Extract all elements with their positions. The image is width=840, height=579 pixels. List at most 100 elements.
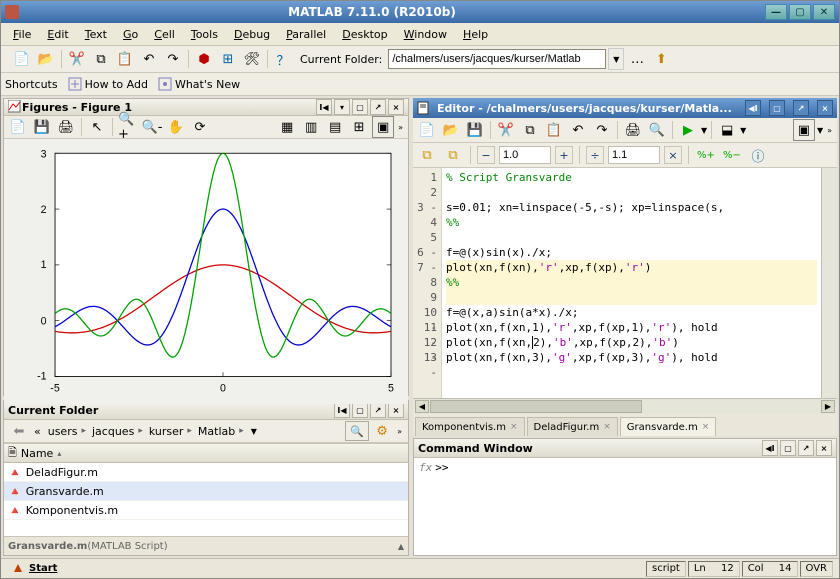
crumb-kurser[interactable]: kurser ▸ <box>146 424 195 439</box>
command-line[interactable]: fx >> <box>414 458 836 555</box>
cell-merge-icon[interactable]: %− <box>721 144 743 166</box>
ed-undock-button[interactable]: ↗ <box>793 100 809 116</box>
ed-copy-icon[interactable]: ⧉ <box>519 119 541 141</box>
redo-icon[interactable]: ↷ <box>162 48 184 70</box>
ed-dock-button[interactable]: ◀I <box>745 100 761 116</box>
ed-paste-icon[interactable]: 📋 <box>543 119 565 141</box>
menu-help[interactable]: Help <box>455 26 496 43</box>
new-icon[interactable]: 📄 <box>11 48 33 70</box>
up-folder-icon[interactable]: ⬆ <box>650 48 672 70</box>
tile-3-icon[interactable]: ▤ <box>324 116 346 138</box>
cell-eval-icon[interactable]: ⧉ <box>416 144 438 166</box>
menu-parallel[interactable]: Parallel <box>278 26 334 43</box>
ed-max-button[interactable]: ▢ <box>769 100 785 116</box>
cell-insert-icon[interactable]: %+ <box>695 144 717 166</box>
crumb-jacques[interactable]: jacques ▸ <box>89 424 146 439</box>
tile-4-icon[interactable]: ⊞ <box>348 116 370 138</box>
line-number-gutter[interactable]: 123 -456 -7 -8910 -11 -12 -13 - <box>413 168 442 398</box>
file-row[interactable]: 🔺Gransvarde.m <box>4 482 408 501</box>
start-button[interactable]: Start <box>7 562 62 576</box>
code-body[interactable]: % Script Gransvarde s=0.01; xn=linspace(… <box>442 168 821 398</box>
maximize-button[interactable]: ▢ <box>789 4 811 20</box>
cell-eval-next-icon[interactable]: ⧉ <box>442 144 464 166</box>
fig-save-icon[interactable]: 💾 <box>31 116 53 138</box>
menu-debug[interactable]: Debug <box>226 26 278 43</box>
cw-dock-button[interactable]: ◀I <box>762 440 778 456</box>
tile-1-icon[interactable]: ▦ <box>276 116 298 138</box>
menu-desktop[interactable]: Desktop <box>334 26 395 43</box>
file-row[interactable]: 🔺DeladFigur.m <box>4 463 408 482</box>
paste-icon[interactable]: 📋 <box>114 48 136 70</box>
tab-close-icon[interactable]: × <box>603 422 611 432</box>
current-folder-input[interactable] <box>388 49 606 69</box>
ed-new-icon[interactable]: 📄 <box>416 119 438 141</box>
cf-close-button[interactable]: × <box>388 402 404 418</box>
ed-close-button[interactable]: × <box>817 100 833 116</box>
close-button[interactable]: ✕ <box>813 4 835 20</box>
cf-back-icon[interactable]: ⬅ <box>8 420 30 442</box>
file-tab[interactable]: Gransvarde.m × <box>620 417 716 436</box>
cf-file-list[interactable]: 🗎 Name ▴ 🔺DeladFigur.m🔺Gransvarde.m🔺Komp… <box>4 443 408 536</box>
decrement-button[interactable]: − <box>477 146 495 164</box>
copy-icon[interactable]: ⧉ <box>90 48 112 70</box>
zoom-in-icon[interactable]: 🔍+ <box>117 116 139 138</box>
panel-maximize-button[interactable]: ▢ <box>352 99 368 115</box>
plot-area[interactable]: 3 2 1 0 -1 -5 0 5 <box>4 139 408 404</box>
name-column-header[interactable]: Name <box>21 447 53 460</box>
rotate-icon[interactable]: ⟳ <box>189 116 211 138</box>
ed-print-icon[interactable]: 🖨 <box>622 119 644 141</box>
cw-undock-button[interactable]: ↗ <box>798 440 814 456</box>
divide-button[interactable]: ÷ <box>586 146 604 164</box>
command-window-title-bar[interactable]: Command Window ◀I ▢ ↗ × <box>414 439 836 458</box>
code-area[interactable]: 123 -456 -7 -8910 -11 -12 -13 - % Script… <box>413 168 837 398</box>
run-dropdown[interactable]: ▼ <box>701 126 707 135</box>
cf-overflow[interactable]: » <box>395 427 404 436</box>
file-row[interactable]: 🔺Komponentvis.m <box>4 501 408 520</box>
tab-close-icon[interactable]: × <box>702 422 710 432</box>
cf-search-button[interactable]: 🔍 <box>345 421 369 441</box>
publish-icon[interactable]: ⬓ <box>716 119 738 141</box>
guide-icon[interactable]: ⊞ <box>217 48 239 70</box>
editor-title-bar[interactable]: Editor - /chalmers/users/jacques/kurser/… <box>413 98 837 118</box>
help-icon[interactable]: ？ <box>272 48 294 70</box>
cf-undock-button[interactable]: ↗ <box>370 402 386 418</box>
panel-menu-button[interactable]: ▾ <box>334 99 350 115</box>
menu-file[interactable]: File <box>5 26 39 43</box>
ed-redo-icon[interactable]: ↷ <box>591 119 613 141</box>
increment-button[interactable]: + <box>555 146 573 164</box>
horizontal-scrollbar[interactable]: ◀ ▶ <box>413 398 837 414</box>
ed-open-icon[interactable]: 📂 <box>440 119 462 141</box>
crumb-Matlab[interactable]: Matlab ▸ <box>195 424 247 439</box>
publish-dropdown[interactable]: ▼ <box>740 126 746 135</box>
panel-undock-button[interactable]: ↗ <box>370 99 386 115</box>
cw-max-button[interactable]: ▢ <box>780 440 796 456</box>
ed-undo-icon[interactable]: ↶ <box>567 119 589 141</box>
cf-dock-button[interactable]: I◀ <box>334 402 350 418</box>
fx-icon[interactable]: fx <box>419 461 432 474</box>
menu-edit[interactable]: Edit <box>39 26 76 43</box>
open-icon[interactable]: 📂 <box>35 48 57 70</box>
file-tab[interactable]: Komponentvis.m × <box>415 417 525 436</box>
ed-save-icon[interactable]: 💾 <box>464 119 486 141</box>
pan-icon[interactable]: ✋ <box>165 116 187 138</box>
run-icon[interactable]: ▶ <box>677 119 699 141</box>
ed-layout-dropdown[interactable]: ▼ <box>817 126 823 135</box>
profiler-icon[interactable]: 🛠 <box>241 48 263 70</box>
path-more-icon[interactable]: … <box>626 48 648 70</box>
max-fig-icon[interactable]: ▣ <box>372 116 394 138</box>
folder-dropdown-button[interactable]: ▼ <box>608 48 624 70</box>
cut-icon[interactable]: ✂️ <box>66 48 88 70</box>
details-toggle[interactable]: ▲ <box>398 542 404 551</box>
cw-close-button[interactable]: × <box>816 440 832 456</box>
menu-go[interactable]: Go <box>115 26 146 43</box>
ed-layout-icon[interactable]: ▣ <box>793 119 815 141</box>
tab-close-icon[interactable]: × <box>510 422 518 432</box>
fig-new-icon[interactable]: 📄 <box>7 116 29 138</box>
crumb-users[interactable]: users ▸ <box>45 424 89 439</box>
simulink-icon[interactable]: ⬢ <box>193 48 215 70</box>
cf-max-button[interactable]: ▢ <box>352 402 368 418</box>
info-icon[interactable]: ⓘ <box>747 144 769 166</box>
whats-new-button[interactable]: What's New <box>158 77 240 91</box>
cell-zoom-input[interactable] <box>499 146 551 164</box>
menu-window[interactable]: Window <box>396 26 455 43</box>
